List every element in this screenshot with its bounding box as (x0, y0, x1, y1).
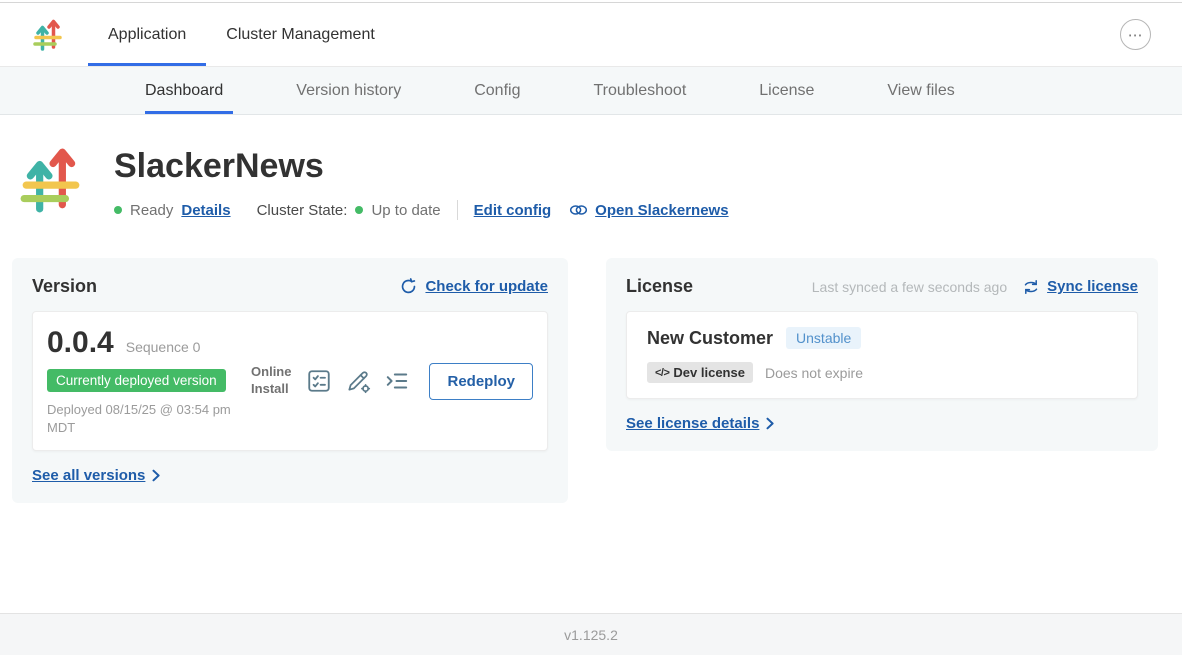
tab-version-history-label: Version history (296, 82, 401, 100)
version-card-head: Version Check for update (32, 276, 548, 297)
cluster-state-dot (355, 206, 363, 214)
tab-cluster-management-label: Cluster Management (226, 26, 375, 44)
status-divider (457, 200, 458, 220)
wrench-gear-icon (345, 368, 371, 394)
config-button[interactable] (345, 368, 371, 394)
see-all-versions-link[interactable]: See all versions (32, 467, 160, 484)
tab-cluster-management[interactable]: Cluster Management (206, 3, 395, 66)
install-type-label: Online Install (251, 364, 291, 398)
see-license-details-link[interactable]: See license details (626, 415, 774, 432)
details-link[interactable]: Details (181, 202, 230, 219)
version-card: Version Check for update (12, 258, 568, 503)
customer-name: New Customer (647, 328, 773, 349)
version-number-row: 0.0.4 Sequence 0 (47, 326, 237, 360)
license-card: License Last synced a few seconds ago (606, 258, 1158, 451)
tab-config[interactable]: Config (474, 67, 520, 114)
app-status-row: Ready Details Cluster State: Up to date … (114, 200, 729, 220)
cluster-state-value: Up to date (371, 202, 440, 219)
tab-license[interactable]: License (759, 67, 814, 114)
footer: v1.125.2 (0, 613, 1182, 655)
license-card-actions: Last synced a few seconds ago Sync licen… (812, 278, 1138, 295)
checklist-icon (306, 368, 332, 394)
chevron-right-icon (152, 469, 160, 482)
tab-license-label: License (759, 82, 814, 100)
cluster-state-label: Cluster State: (257, 202, 348, 219)
app-logo-icon (33, 19, 63, 51)
logs-icon (384, 368, 410, 394)
footer-version: v1.125.2 (564, 627, 618, 643)
release-notes-button[interactable] (306, 368, 332, 394)
top-navbar: Application Cluster Management ⋯ (0, 3, 1182, 66)
app-status-text: Ready (130, 202, 173, 219)
channel-badge: Unstable (786, 327, 861, 349)
tab-troubleshoot-label: Troubleshoot (593, 82, 686, 100)
tab-config-label: Config (474, 82, 520, 100)
more-options-button[interactable]: ⋯ (1120, 19, 1151, 50)
version-info: 0.0.4 Sequence 0 Currently deployed vers… (47, 326, 237, 436)
version-card-actions: Check for update (400, 278, 548, 295)
app-header: SlackerNews Ready Details Cluster State:… (20, 147, 1182, 220)
dashboard-cards: Version Check for update (12, 258, 1170, 503)
customer-row: New Customer Unstable (647, 327, 1117, 349)
sub-navbar: Dashboard Version history Config Trouble… (0, 66, 1182, 115)
open-app-link[interactable]: Open Slackernews (569, 202, 728, 219)
see-all-versions-label: See all versions (32, 467, 145, 484)
code-icon: </> (655, 367, 669, 379)
license-panel: New Customer Unstable </> Dev license Do… (626, 311, 1138, 399)
page-title: SlackerNews (114, 147, 729, 185)
dev-license-label: Dev license (673, 365, 745, 380)
tab-view-files-label: View files (887, 82, 954, 100)
chain-link-icon (569, 204, 588, 216)
chevron-right-icon (766, 417, 774, 430)
see-license-details-label: See license details (626, 415, 759, 432)
tab-application[interactable]: Application (88, 3, 206, 66)
tab-dashboard[interactable]: Dashboard (145, 67, 223, 114)
dev-license-badge: </> Dev license (647, 362, 753, 383)
license-card-head: License Last synced a few seconds ago (626, 276, 1138, 297)
license-type-row: </> Dev license Does not expire (647, 362, 1117, 383)
tab-dashboard-label: Dashboard (145, 82, 223, 100)
check-for-update-link[interactable]: Check for update (400, 278, 548, 295)
logs-button[interactable] (384, 368, 410, 394)
sync-icon (1023, 279, 1039, 295)
tab-application-label: Application (108, 26, 186, 44)
check-for-update-label: Check for update (425, 278, 548, 295)
open-app-label: Open Slackernews (595, 202, 728, 219)
tab-troubleshoot[interactable]: Troubleshoot (593, 67, 686, 114)
current-version-panel: 0.0.4 Sequence 0 Currently deployed vers… (32, 311, 548, 451)
redeploy-button[interactable]: Redeploy (429, 363, 533, 400)
sequence-label: Sequence 0 (126, 339, 201, 355)
license-card-title: License (626, 276, 693, 297)
tab-version-history[interactable]: Version history (296, 67, 401, 114)
tab-view-files[interactable]: View files (887, 67, 954, 114)
ellipsis-icon: ⋯ (1128, 26, 1144, 44)
top-nav-tabs: Application Cluster Management (88, 3, 395, 66)
app-status-dot (114, 206, 122, 214)
main-content: SlackerNews Ready Details Cluster State:… (0, 147, 1182, 503)
expiration-text: Does not expire (765, 365, 863, 381)
deployed-version-badge: Currently deployed version (47, 369, 226, 392)
edit-config-link[interactable]: Edit config (474, 202, 552, 219)
refresh-icon (400, 278, 417, 295)
app-icon (20, 147, 82, 213)
sync-license-link[interactable]: Sync license (1023, 278, 1138, 295)
app-header-text: SlackerNews Ready Details Cluster State:… (114, 147, 729, 220)
version-actions: Online Install (251, 363, 533, 400)
last-synced-text: Last synced a few seconds ago (812, 279, 1007, 295)
version-number: 0.0.4 (47, 326, 114, 360)
sync-license-label: Sync license (1047, 278, 1138, 295)
version-card-title: Version (32, 276, 97, 297)
deployed-timestamp: Deployed 08/15/25 @ 03:54 pm MDT (47, 401, 237, 436)
